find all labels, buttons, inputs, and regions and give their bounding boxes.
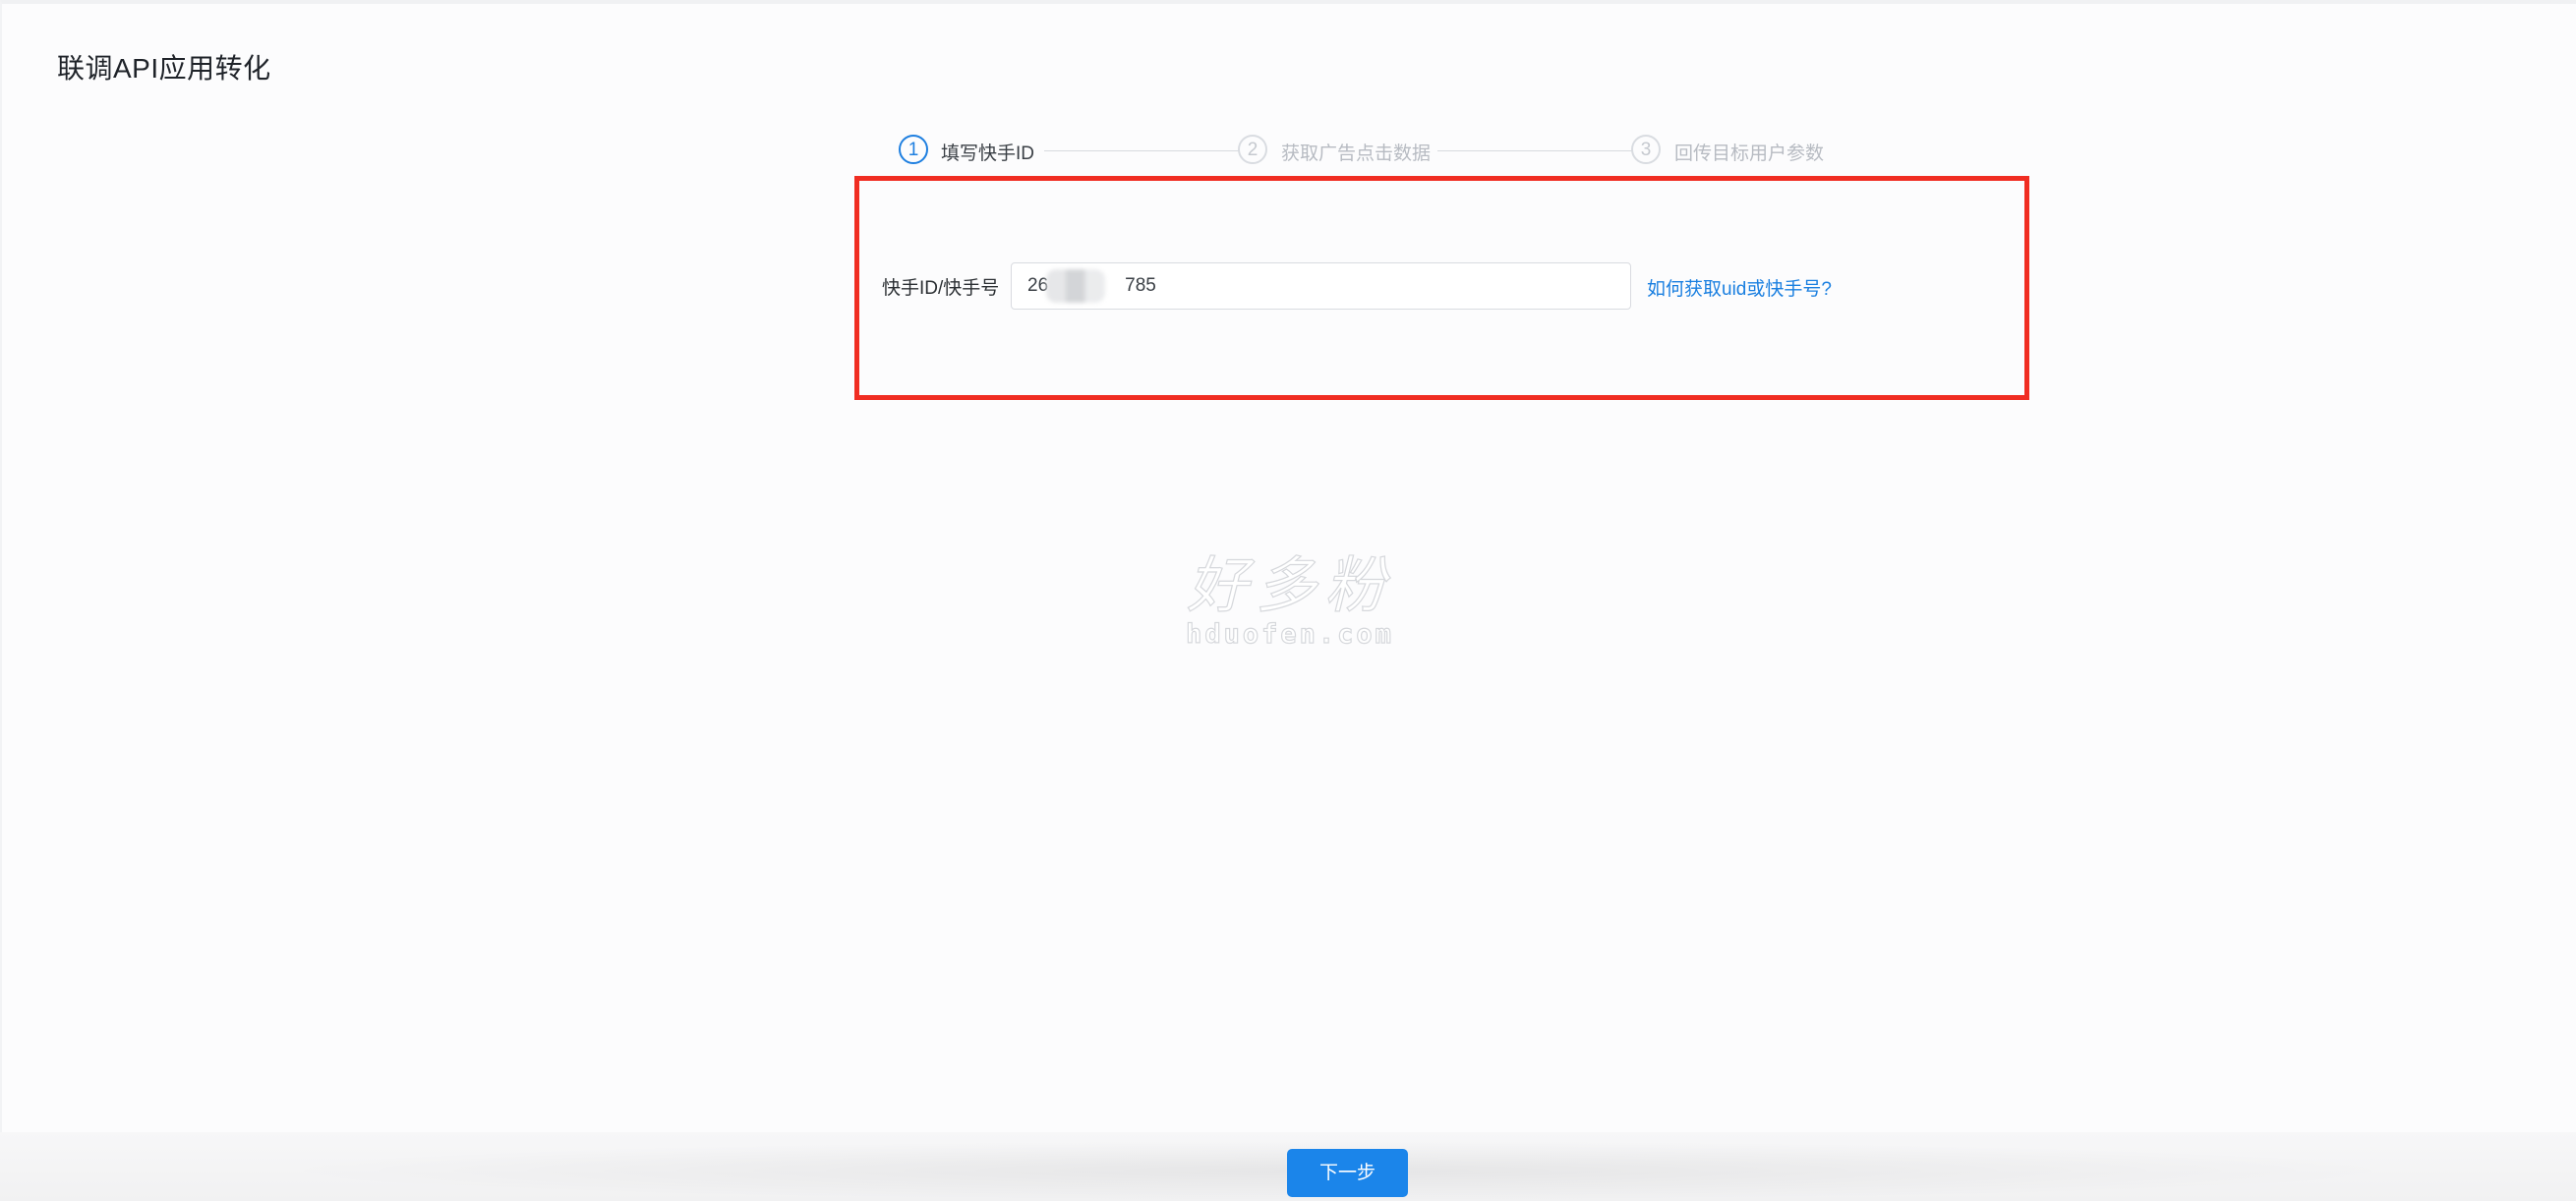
watermark-en: hduofen.com bbox=[1185, 618, 1394, 650]
step-connector-1 bbox=[1044, 150, 1239, 151]
kuaishou-id-label: 快手ID/快手号 bbox=[882, 278, 1000, 299]
get-uid-help-link[interactable]: 如何获取uid或快手号? bbox=[1647, 274, 1832, 301]
steps-indicator: 1 填写快手ID 2 获取广告点击数据 3 回传目标用户参数 bbox=[899, 135, 1825, 170]
step-connector-2 bbox=[1437, 150, 1632, 151]
next-step-button[interactable]: 下一步 bbox=[1287, 1149, 1408, 1197]
page-container: 联调API应用转化 1 填写快手ID 2 获取广告点击数据 3 回传目标用户参数… bbox=[0, 0, 2576, 1132]
step-3-circle: 3 bbox=[1631, 135, 1661, 164]
input-value-suffix: 785 bbox=[1125, 275, 1156, 296]
redacted-mask bbox=[1046, 269, 1105, 303]
step-2-circle: 2 bbox=[1238, 135, 1267, 164]
watermark-cn: 好多粉 bbox=[1186, 549, 1393, 621]
page-title: 联调API应用转化 bbox=[57, 53, 271, 84]
watermark: 好多粉 hduofen.com bbox=[1177, 549, 1403, 651]
step-1-circle: 1 bbox=[899, 135, 928, 164]
input-value-prefix: 26 bbox=[1027, 275, 1049, 296]
step-2-label: 获取广告点击数据 bbox=[1281, 143, 1432, 164]
step-3-label: 回传目标用户参数 bbox=[1674, 143, 1825, 164]
step-1-label: 填写快手ID bbox=[941, 143, 1035, 164]
